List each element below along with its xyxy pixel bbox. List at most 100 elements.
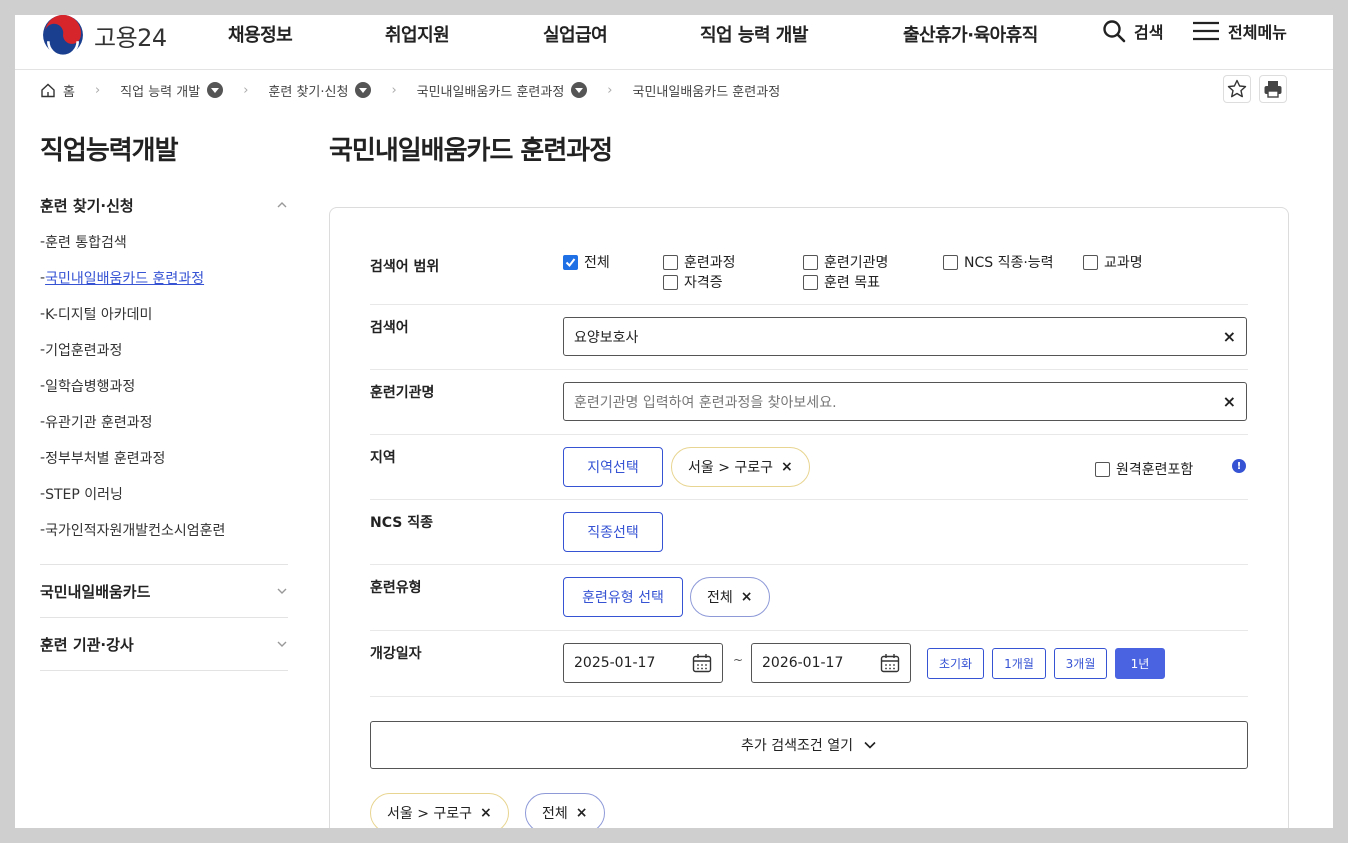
sidebar-group-title: 훈련 찾기·신청 [40, 196, 134, 215]
logo[interactable]: 고용24 [42, 15, 167, 56]
nav-unemployment-benefit[interactable]: 실업급여 [543, 21, 608, 47]
scope-goal-checkbox[interactable]: 훈련 목표 [803, 272, 880, 292]
nav-parental-leave[interactable]: 출산휴가·육아휴직 [903, 21, 1038, 47]
date-to-input[interactable]: 2026-01-17 [751, 643, 911, 683]
sidebar-item-naeil-card-course[interactable]: - 국민내일배움카드 훈련과정 [40, 260, 288, 296]
nav-jobs[interactable]: 채용정보 [228, 21, 293, 47]
training-type-label: 훈련유형 [370, 580, 422, 596]
close-icon[interactable]: × [576, 805, 588, 821]
chevron-right-icon: › [94, 82, 101, 98]
chevron-down-icon[interactable] [355, 82, 372, 98]
selected-type-chip[interactable]: 전체 × [525, 793, 605, 828]
checkbox-checked-icon [563, 254, 578, 270]
sidebar-item-integrated-search[interactable]: - 훈련 통합검색 [40, 224, 288, 260]
institution-input-placeholder: 훈련기관명 입력하여 훈련과정을 찾아보세요. [574, 394, 837, 411]
breadcrumb-item-label: 국민내일배움카드 훈련과정 [416, 84, 565, 100]
region-chip[interactable]: 서울 > 구로구 × [671, 447, 810, 487]
breadcrumb-current-label: 국민내일배움카드 훈련과정 [632, 84, 781, 100]
ncs-select-button[interactable]: 직종선택 [563, 512, 663, 552]
date-3month-button[interactable]: 3개월 [1054, 648, 1107, 679]
scope-institution-checkbox[interactable]: 훈련기관명 [803, 252, 888, 272]
search-icon [1103, 20, 1126, 43]
scope-option-label: 훈련과정 [684, 255, 736, 271]
print-button[interactable] [1259, 75, 1287, 103]
training-type-chip[interactable]: 전체 × [690, 577, 770, 617]
scope-ncs-checkbox[interactable]: NCS 직종·능력 [943, 252, 1054, 272]
sidebar-item-consortium[interactable]: - 국가인적자원개발컨소시엄훈련 [40, 512, 288, 548]
checkbox-icon [663, 274, 678, 290]
scope-course-checkbox[interactable]: 훈련과정 [663, 252, 736, 272]
date-1year-button[interactable]: 1년 [1115, 648, 1165, 679]
close-icon[interactable]: × [480, 805, 492, 821]
sidebar-item-label: STEP 이러닝 [45, 487, 123, 503]
breadcrumb-item[interactable]: 직업 능력 개발 [120, 81, 224, 100]
breadcrumb-item-label: 훈련 찾기·신청 [268, 84, 349, 100]
region-select-button[interactable]: 지역선택 [563, 447, 663, 487]
sidebar-item-step-elearning[interactable]: - STEP 이러닝 [40, 476, 288, 512]
calendar-icon[interactable] [880, 653, 900, 673]
chevron-down-icon[interactable] [207, 82, 224, 98]
institution-label: 훈련기관명 [370, 385, 435, 401]
breadcrumb-item[interactable]: 국민내일배움카드 훈련과정 [417, 81, 588, 100]
breadcrumb-item[interactable]: 훈련 찾기·신청 [268, 81, 372, 100]
more-conditions-button[interactable]: 추가 검색조건 열기 [370, 721, 1248, 769]
sidebar-group-toggle[interactable]: 국민내일배움카드 [40, 565, 288, 617]
sidebar-item-work-study[interactable]: - 일학습병행과정 [40, 368, 288, 404]
training-type-row: 훈련유형 훈련유형 선택 전체 × [370, 565, 1248, 631]
search-form-panel: 검색어 범위 전체 훈련과정 훈련기관명 NCS 직종·능력 교과명 자격증 훈… [329, 207, 1289, 828]
nav-skill-development[interactable]: 직업 능력 개발 [700, 21, 808, 47]
sidebar-item-label: 기업훈련과정 [45, 343, 123, 359]
checkbox-icon [943, 254, 958, 270]
region-label: 지역 [370, 450, 396, 466]
sidebar-item-company-training[interactable]: - 기업훈련과정 [40, 332, 288, 368]
logo-text: 고용24 [94, 23, 167, 52]
page-title: 국민내일배움카드 훈련과정 [329, 136, 613, 166]
start-date-label: 개강일자 [370, 646, 422, 662]
sidebar-item-label: 국민내일배움카드 훈련과정 [45, 271, 205, 287]
checkbox-icon [1095, 461, 1110, 477]
close-icon[interactable]: × [741, 589, 753, 605]
sidebar-group-training-search: 훈련 찾기·신청 - 훈련 통합검색 - 국민내일배움카드 훈련과정 - K-디지털 … [40, 190, 288, 565]
date-from-input[interactable]: 2025-01-17 [563, 643, 723, 683]
remote-training-checkbox[interactable]: 원격훈련포함 [1095, 459, 1193, 479]
sidebar-group-toggle[interactable]: 훈련 찾기·신청 [40, 190, 288, 220]
calendar-icon[interactable] [692, 653, 712, 673]
clear-icon[interactable]: × [1223, 327, 1236, 346]
checkbox-icon [803, 274, 818, 290]
date-from-value: 2025-01-17 [574, 655, 656, 671]
chevron-right-icon: › [243, 82, 249, 98]
scope-subject-checkbox[interactable]: 교과명 [1083, 252, 1143, 272]
chevron-down-icon [277, 588, 287, 594]
favorite-button[interactable] [1223, 75, 1251, 103]
clear-icon[interactable]: × [1223, 392, 1236, 411]
sidebar-submenu: - 훈련 통합검색 - 국민내일배움카드 훈련과정 - K-디지털 아카데미 - 기업훈… [40, 220, 288, 564]
scope-option-label: 자격증 [684, 275, 723, 291]
header-search-button[interactable]: 검색 [1102, 19, 1163, 43]
ncs-row: NCS 직종 직종선택 [370, 500, 1248, 565]
scope-all-checkbox[interactable]: 전체 [563, 252, 610, 272]
scope-certificate-checkbox[interactable]: 자격증 [663, 272, 723, 292]
close-icon[interactable]: × [781, 459, 793, 475]
date-reset-button[interactable]: 초기화 [927, 648, 984, 679]
date-1month-button[interactable]: 1개월 [992, 648, 1046, 679]
info-icon[interactable]: ! [1232, 459, 1246, 473]
sidebar-item-government-ministry[interactable]: - 정부부처별 훈련과정 [40, 440, 288, 476]
header-allmenu-button[interactable]: 전체메뉴 [1192, 19, 1287, 43]
scope-option-label: 훈련 목표 [824, 275, 880, 291]
start-date-row: 개강일자 2025-01-17 ~ 2026-01-17 초기화 1개월 3개월… [370, 631, 1248, 697]
selected-chip-label: 전체 [542, 806, 568, 822]
training-type-select-button[interactable]: 훈련유형 선택 [563, 577, 683, 617]
breadcrumb-current: 국민내일배움카드 훈련과정 [633, 81, 781, 100]
nav-employment-support[interactable]: 취업지원 [385, 21, 450, 47]
selected-region-chip[interactable]: 서울 > 구로구 × [370, 793, 509, 828]
scope-option-label: 전체 [584, 255, 610, 271]
sidebar-item-label: 일학습병행과정 [45, 379, 136, 395]
sidebar-item-related-agency[interactable]: - 유관기관 훈련과정 [40, 404, 288, 440]
keyword-input[interactable]: 요양보호사 × [563, 317, 1247, 356]
printer-icon [1264, 81, 1282, 98]
breadcrumb-home[interactable]: 홈 [40, 81, 75, 100]
institution-input[interactable]: 훈련기관명 입력하여 훈련과정을 찾아보세요. × [563, 382, 1247, 421]
sidebar-group-toggle[interactable]: 훈련 기관·강사 [40, 618, 288, 670]
chevron-down-icon[interactable] [571, 82, 588, 98]
sidebar-item-k-digital[interactable]: - K-디지털 아카데미 [40, 296, 288, 332]
